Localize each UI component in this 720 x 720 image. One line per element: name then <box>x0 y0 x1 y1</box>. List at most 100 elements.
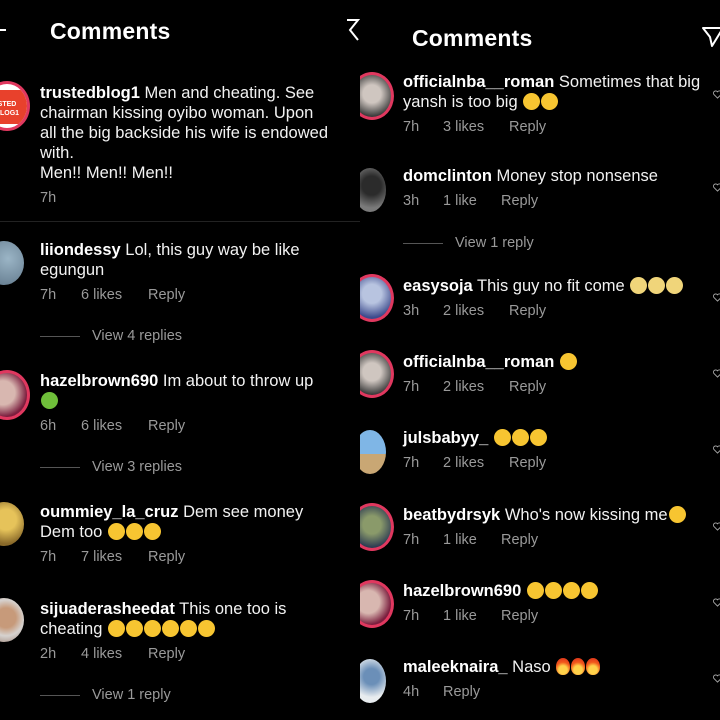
comment-time: 7h <box>40 549 57 565</box>
likes-count[interactable]: 6 likes <box>81 287 122 303</box>
comment-username[interactable]: julsbabyy_ <box>403 429 488 447</box>
view-replies-link[interactable]: View 3 replies <box>40 459 182 475</box>
comment-time: 7h <box>403 455 420 471</box>
comment-time: 7h <box>403 379 420 395</box>
avatar[interactable] <box>0 502 24 546</box>
likes-count[interactable]: 2 likes <box>443 379 484 395</box>
likes-count[interactable]: 3 likes <box>443 119 484 135</box>
comment-username[interactable]: easysoja <box>403 277 473 295</box>
nauseated-face-emoji <box>41 392 58 409</box>
reply-button[interactable]: Reply <box>509 303 546 319</box>
laughing-emoji <box>529 429 547 446</box>
share-icon[interactable] <box>702 26 720 48</box>
comment-username[interactable]: liiondessy <box>40 241 121 259</box>
filter-icon[interactable] <box>345 18 360 44</box>
sad-face-emoji <box>107 620 125 637</box>
comment-username[interactable]: hazelbrown690 <box>403 582 521 600</box>
likes-count[interactable]: 6 likes <box>81 418 122 434</box>
flushed-face-emoji <box>666 277 684 294</box>
avatar[interactable] <box>360 168 386 212</box>
reply-button[interactable]: Reply <box>148 287 185 303</box>
comment-time: 3h <box>403 303 420 319</box>
heart-icon[interactable] <box>713 598 720 607</box>
comment-time: 7h <box>403 532 420 548</box>
reply-button[interactable]: Reply <box>443 684 480 700</box>
comment-username[interactable]: maleeknaira_ <box>403 658 508 676</box>
reply-button[interactable]: Reply <box>509 379 546 395</box>
reply-button[interactable]: Reply <box>148 549 185 565</box>
likes-count[interactable]: 7 likes <box>81 549 122 565</box>
avatar[interactable] <box>360 274 394 322</box>
reply-button[interactable]: Reply <box>148 646 185 662</box>
laughing-emoji <box>541 93 559 110</box>
reply-button[interactable]: Reply <box>509 455 546 471</box>
avatar[interactable] <box>360 659 386 703</box>
reply-button[interactable]: Reply <box>501 532 538 548</box>
reply-button[interactable]: Reply <box>501 193 538 209</box>
reply-button[interactable]: Reply <box>148 418 185 434</box>
avatar[interactable] <box>360 72 394 120</box>
comment-username[interactable]: hazelbrown690 <box>40 372 158 390</box>
left-comments-panel: Comments STED BLOG1 trustedblog1 Men and… <box>0 0 360 720</box>
likes-count[interactable]: 1 like <box>443 608 477 624</box>
likes-count[interactable]: 2 likes <box>443 455 484 471</box>
avatar-logo: STED BLOG1 <box>0 90 27 124</box>
fire-emoji <box>571 658 586 675</box>
avatar[interactable] <box>360 430 386 474</box>
heart-icon[interactable] <box>713 183 720 192</box>
view-replies-link[interactable]: View 4 replies <box>40 328 182 344</box>
comment-time: 7h <box>40 190 57 206</box>
comment-time: 7h <box>40 287 57 303</box>
sad-face-emoji <box>161 620 179 637</box>
comment-username[interactable]: oummiey_la_cruz <box>40 503 178 521</box>
comment-time: 7h <box>403 608 420 624</box>
flushed-face-emoji <box>648 277 666 294</box>
back-arrow-icon[interactable] <box>0 22 8 38</box>
right-comments-panel: Comments officialnba__roman Sometimes th… <box>360 0 720 720</box>
likes-count[interactable]: 1 like <box>443 532 477 548</box>
laughing-emoji <box>580 582 598 599</box>
comment-username[interactable]: beatbydrsyk <box>403 506 500 524</box>
reply-button[interactable]: Reply <box>501 608 538 624</box>
heart-icon[interactable] <box>713 90 720 99</box>
view-replies-link[interactable]: View 1 reply <box>403 235 534 251</box>
heart-icon[interactable] <box>713 522 720 531</box>
likes-count[interactable]: 4 likes <box>81 646 122 662</box>
comment-username[interactable]: trustedblog1 <box>40 84 140 102</box>
laughing-emoji <box>493 429 511 446</box>
page-title: Comments <box>412 25 533 51</box>
likes-count[interactable]: 2 likes <box>443 303 484 319</box>
laughing-emoji <box>559 353 577 370</box>
view-replies-link[interactable]: View 1 reply <box>40 687 171 703</box>
avatar[interactable] <box>360 350 394 398</box>
likes-count[interactable]: 1 like <box>443 193 477 209</box>
heart-icon[interactable] <box>713 674 720 683</box>
view-replies-label: View 1 reply <box>455 235 534 251</box>
avatar[interactable] <box>0 241 24 285</box>
comment-username[interactable]: officialnba__roman <box>403 73 554 91</box>
laughing-emoji <box>523 93 541 110</box>
comment-username[interactable]: sijuaderasheedat <box>40 600 175 618</box>
laughing-emoji <box>107 523 125 540</box>
comment-username[interactable]: domclinton <box>403 167 492 185</box>
fire-emoji <box>556 658 571 675</box>
laughing-emoji <box>526 582 544 599</box>
avatar[interactable] <box>360 503 394 551</box>
comment-time: 2h <box>40 646 57 662</box>
avatar[interactable] <box>0 370 30 420</box>
laughing-emoji <box>562 582 580 599</box>
reply-button[interactable]: Reply <box>509 119 546 135</box>
comment-username[interactable]: officialnba__roman <box>403 353 554 371</box>
heart-icon[interactable] <box>713 445 720 454</box>
comment-time: 4h <box>403 684 420 700</box>
thread-line <box>40 335 80 337</box>
avatar[interactable] <box>0 598 24 642</box>
sad-face-emoji <box>143 620 161 637</box>
comment-text: Who's now kissing me <box>504 506 668 524</box>
comment-time: 7h <box>403 119 420 135</box>
heart-icon[interactable] <box>713 293 720 302</box>
heart-icon[interactable] <box>713 369 720 378</box>
sad-face-emoji <box>179 620 197 637</box>
avatar[interactable] <box>360 580 394 628</box>
avatar[interactable]: STED BLOG1 <box>0 81 30 131</box>
